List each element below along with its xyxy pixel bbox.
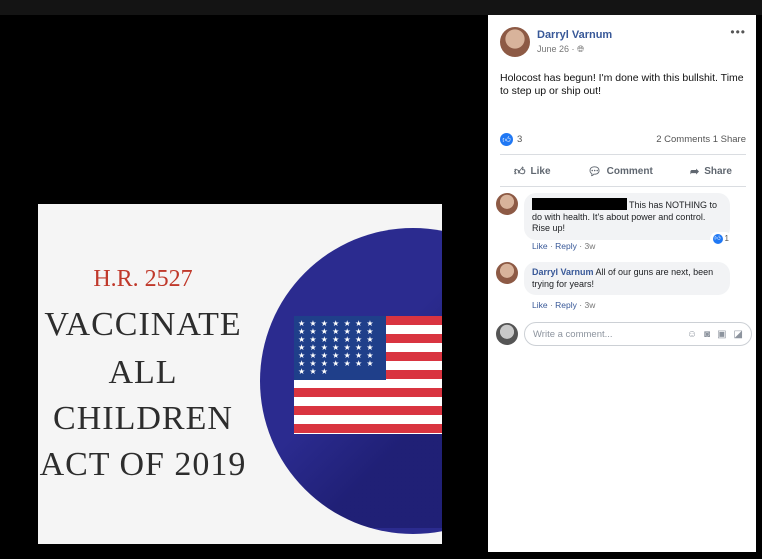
title-line-4: ACT OF 2019 — [39, 446, 247, 483]
like-label: Like — [530, 165, 551, 177]
title-line-3: CHILDREN — [53, 400, 233, 437]
gif-icon[interactable]: ▣ — [717, 329, 726, 340]
comment-button[interactable]: 💬︎ Comment — [574, 158, 667, 184]
post-photo[interactable]: H.R. 2527 VACCINATE ALL CHILDREN ACT OF … — [38, 204, 442, 544]
like-reaction-icon: 👍︎ — [712, 233, 723, 244]
sticker-icon[interactable]: ◪ — [734, 329, 743, 340]
globe-icon: 🌐︎ — [577, 44, 585, 54]
reaction-summary[interactable]: 👍︎ 3 — [500, 133, 522, 146]
divider — [500, 154, 746, 155]
post-date[interactable]: June 26 · 🌐︎ — [537, 44, 584, 55]
viewer-avatar — [496, 323, 518, 345]
comment-share-counts[interactable]: 2 Comments 1 Share — [656, 134, 746, 145]
author-name[interactable]: Darryl Varnum — [537, 29, 612, 41]
comment-bubble: Darryl Varnum All of our guns are next, … — [524, 262, 730, 295]
comment-time[interactable]: 3w — [584, 241, 595, 251]
comment-meta: Like · Reply · 3w — [532, 241, 596, 251]
like-count: 3 — [517, 134, 523, 145]
title-line-2: ALL — [108, 354, 178, 391]
divider — [500, 186, 746, 187]
post-date-text: June 26 · — [537, 44, 578, 54]
post-actions: 👍︎ Like 💬︎ Comment ➦ Share — [500, 158, 746, 184]
comment-item: Darryl Varnum All of our guns are next, … — [496, 262, 730, 295]
comment-input[interactable]: Write a comment... ☺ ◙ ▣ ◪ — [524, 322, 752, 346]
post-panel: Darryl Varnum June 26 · 🌐︎ ••• Holocost … — [488, 15, 756, 552]
like-reaction-icon: 👍︎ — [500, 133, 513, 146]
comment-reply-link[interactable]: Reply — [555, 300, 577, 310]
camera-icon[interactable]: ◙ — [704, 329, 710, 340]
emoji-icon[interactable]: ☺ — [687, 329, 697, 340]
speech-bubble-icon: 💬︎ — [587, 165, 602, 178]
top-bar — [0, 0, 762, 15]
photo-viewer: H.R. 2527 VACCINATE ALL CHILDREN ACT OF … — [0, 0, 762, 559]
flag-stars: ★ ★ ★ ★ ★ ★ ★ ★ ★ ★ ★ ★ ★ ★ ★ ★ ★ ★ ★ ★ … — [294, 316, 386, 380]
share-label: Share — [704, 165, 732, 177]
like-button[interactable]: 👍︎ Like — [500, 158, 565, 184]
share-arrow-icon: ➦ — [689, 165, 700, 178]
comment-time[interactable]: 3w — [584, 300, 595, 310]
reaction-count: 1 — [724, 234, 729, 243]
title-line-1: VACCINATE — [44, 306, 242, 343]
us-flag: ★ ★ ★ ★ ★ ★ ★ ★ ★ ★ ★ ★ ★ ★ ★ ★ ★ ★ ★ ★ … — [294, 316, 442, 434]
post-header: Darryl Varnum June 26 · 🌐︎ ••• — [488, 15, 756, 65]
comment-composer: Write a comment... ☺ ◙ ▣ ◪ — [496, 320, 752, 348]
commenter-avatar[interactable] — [496, 193, 518, 215]
comment-like-link[interactable]: Like — [532, 300, 548, 310]
post-text: Holocost has begun! I'm done with this b… — [500, 72, 744, 97]
commenter-name[interactable]: Darryl Varnum — [532, 267, 594, 277]
blue-circle: ★ ★ ★ ★ ★ ★ ★ ★ ★ ★ ★ ★ ★ ★ ★ ★ ★ ★ ★ ★ … — [260, 228, 442, 534]
comment-item: This has NOTHING to do with health. It's… — [496, 193, 732, 246]
redacted-name — [532, 198, 627, 210]
bill-number: H.R. 2527 — [93, 266, 193, 292]
share-button[interactable]: ➦ Share — [676, 158, 746, 184]
comment-label: Comment — [606, 165, 653, 177]
thumbs-up-icon: 👍︎ — [514, 165, 526, 178]
author-avatar[interactable] — [500, 27, 530, 57]
comment-like-link[interactable]: Like — [532, 241, 548, 251]
comment-meta: Like · Reply · 3w — [532, 300, 596, 310]
comment-reaction[interactable]: 👍︎ 1 — [709, 232, 732, 246]
comment-bubble: This has NOTHING to do with health. It's… — [524, 193, 732, 246]
more-options-icon[interactable]: ••• — [730, 25, 746, 39]
comment-reply-link[interactable]: Reply — [555, 241, 577, 251]
comment-placeholder: Write a comment... — [533, 328, 613, 340]
commenter-avatar[interactable] — [496, 262, 518, 284]
